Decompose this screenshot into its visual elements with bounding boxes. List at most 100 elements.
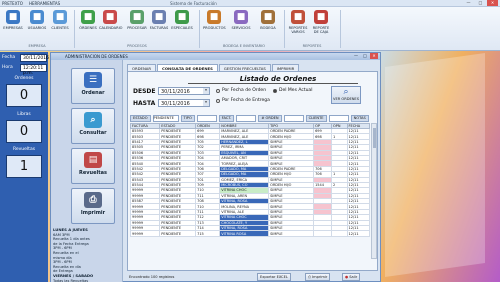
minimize-button[interactable]: — — [463, 0, 474, 6]
imprimir-button[interactable]: ⎙ Imprimir — [71, 188, 115, 224]
calendar-dropdown-icon[interactable]: ▾ — [203, 88, 209, 94]
ribbon-button-bodega[interactable]: ■ BODEGA — [257, 10, 279, 30]
close-button[interactable]: ✕ — [487, 0, 498, 6]
ribbon-button-label: BODEGA — [260, 26, 276, 30]
ribbon-button-reporte-de-caja[interactable]: ■ REPORTE DE CAJA — [310, 10, 332, 34]
consultar-button[interactable]: ⌕ Consultar — [71, 108, 115, 144]
print-button[interactable]: ⎙ Imprimir — [305, 273, 331, 281]
main-area: ORDENAR CONSULTA DE ORDENES GESTION FREC… — [124, 60, 381, 282]
radio-fecha-orden-label: Por Fecha de Orden — [222, 88, 267, 93]
filter-fact-label: FACT. — [218, 115, 235, 122]
exit-button[interactable]: ● Salir — [342, 273, 361, 281]
ribbon-button-procesar[interactable]: ■ PROCESAR — [126, 10, 148, 30]
maximize-button[interactable]: □ — [475, 0, 486, 6]
ribbon-button-servicios[interactable]: ■ SERVICIOS — [230, 10, 252, 30]
filter-cliente-label: CLIENTE — [305, 115, 327, 122]
ribbon-group-label: EMPRESA — [28, 44, 46, 48]
filter-orden-label: # ORDEN — [258, 115, 282, 122]
filter-cliente-input[interactable] — [328, 115, 349, 122]
revueltas-label: Revueltas — [12, 147, 36, 152]
filter-fact-input[interactable] — [236, 115, 257, 122]
revueltas-button[interactable]: ▤ Revueltas — [71, 148, 115, 184]
ribbon-button-especiales[interactable]: ■ ESPECIALES — [171, 10, 193, 30]
schedule-notes: LUNES A JUEVES 6AM 3PM Recuelta 1 día ant… — [53, 227, 121, 282]
ribbon-toolbar: ■ EMPRESAS ■ USUARIOS ■ CLIENTES ■ ÓRDENES ■ CALE… — [0, 7, 500, 51]
ribbon-button-productos[interactable]: ■ PRODUCTOS — [203, 10, 226, 30]
hora-field: 12:20:11 p.m. — [20, 64, 47, 76]
radio-dot — [216, 88, 220, 93]
ribbon-button-clientes[interactable]: ■ CLIENTES — [49, 10, 71, 30]
revueltas-count: 1 — [6, 155, 42, 178]
scrollbar-thumb[interactable] — [373, 128, 376, 148]
table-row[interactable]: 99999 PENDIENTE 715 VITRINA ROSA SIMPLE 12/11 — [129, 230, 370, 237]
page-title: Listado de Ordenes — [239, 75, 317, 83]
record-count: Encontrado 100 registros — [129, 275, 175, 279]
notes-title-lunes: LUNES A JUEVES — [53, 227, 88, 232]
child-maximize-button[interactable]: □ — [361, 53, 369, 59]
ribbon-button-label: USUARIOS — [27, 26, 47, 30]
filter-estado-label: ESTADO — [130, 115, 151, 122]
table-cell: 715 — [195, 230, 221, 237]
ordenar-label: Ordenar — [81, 90, 105, 96]
ribbon-separator — [340, 10, 341, 48]
ribbon-group-label: PROCESOS — [127, 44, 147, 48]
ribbon-button-label: ESPECIALES — [171, 26, 193, 30]
title-bar: PRETEXTO HERRAMIENTAS Sistema de Factura… — [0, 0, 500, 7]
ver-ordenes-button[interactable]: ⌕ VER ORDENES — [331, 86, 361, 104]
ribbon-button-calendario[interactable]: ■ CALENDARIO — [99, 10, 122, 30]
desde-value: 30/11/2016 — [161, 89, 190, 95]
filter-row: ESTADO PENDIENTE TIPO FACT. # ORDEN CLIE… — [130, 115, 377, 122]
child-minimize-button[interactable]: — — [352, 53, 360, 59]
ordenes-label: Ordenes — [14, 76, 34, 81]
ribbon-button-reportes-varios[interactable]: ■ REPORTES VARIOS — [287, 10, 309, 34]
table-cell: SIMPLE — [268, 230, 315, 237]
table-cell: 12/11 — [346, 230, 370, 237]
search-icon: ⌕ — [84, 112, 102, 128]
ribbon-button-label: SERVICIOS — [231, 26, 251, 30]
libras-label: Libras — [17, 112, 31, 117]
clients-icon: ■ — [53, 10, 67, 24]
ver-ordenes-label: VER ORDENES — [333, 97, 359, 101]
menu-tab-herramientas[interactable]: HERRAMIENTAS — [29, 1, 60, 6]
table-cell: PENDIENTE — [159, 230, 197, 237]
ribbon-button-órdenes[interactable]: ■ ÓRDENES — [77, 10, 99, 30]
fecha-field: 30/11/2016 — [20, 54, 49, 62]
title-underline — [188, 83, 358, 84]
window-title: Sistema de Facturación — [170, 1, 217, 6]
ordenar-button[interactable]: ☰ Ordenar — [71, 68, 115, 104]
child-close-button[interactable]: ✕ — [370, 53, 378, 59]
radio-mes-actual[interactable]: Del Mes Actual — [273, 88, 312, 93]
ribbon-button-facturas[interactable]: ■ FACTURAS — [148, 10, 170, 30]
hora-label: Hora — [2, 65, 13, 70]
imprimir-label: Imprimir — [80, 210, 106, 216]
table-cell — [330, 230, 348, 237]
ribbon-button-usuarios[interactable]: ■ USUARIOS — [26, 10, 48, 30]
ribbon-button-label: ÓRDENES — [79, 26, 97, 30]
exit-label: Salir — [349, 275, 358, 279]
wallpaper-decoration — [385, 52, 485, 278]
export-excel-button[interactable]: Exportar EXCEL — [257, 273, 291, 281]
services-icon: ■ — [234, 10, 248, 24]
ribbon-separator — [284, 10, 285, 48]
users-icon: ■ — [30, 10, 44, 24]
menu-tab-pretexto[interactable]: PRETEXTO — [2, 1, 23, 6]
ribbon-button-label: CLIENTES — [51, 26, 69, 30]
warehouse-icon: ■ — [261, 10, 275, 24]
filter-tipo-select[interactable] — [196, 115, 217, 122]
ribbon-button-label: PROCESAR — [127, 26, 147, 30]
filter-estado-select[interactable]: PENDIENTE — [152, 115, 179, 122]
radio-fecha-entrega[interactable]: Por Fecha de Entrega — [216, 98, 270, 103]
filter-notas-label: NOTAS — [350, 115, 369, 122]
hasta-date-field[interactable]: 30/11/2016 ▾ — [158, 99, 210, 107]
desde-label: DESDE — [133, 88, 156, 95]
filter-orden-input[interactable] — [283, 115, 304, 122]
table-scrollbar[interactable] — [371, 123, 377, 259]
calendar-dropdown-icon[interactable]: ▾ — [203, 100, 209, 106]
ribbon-button-label: REPORTES VARIOS — [288, 26, 308, 34]
table-cell: 99999 — [129, 230, 161, 237]
hasta-label: HASTA — [133, 100, 156, 107]
radio-fecha-orden[interactable]: Por Fecha de Orden — [216, 88, 266, 93]
ribbon-button-empresas[interactable]: ■ EMPRESAS — [2, 10, 24, 30]
desde-date-field[interactable]: 30/11/2016 ▾ — [158, 87, 210, 95]
ribbon-group-label: BODEGA E INVENTARIO — [223, 44, 265, 48]
